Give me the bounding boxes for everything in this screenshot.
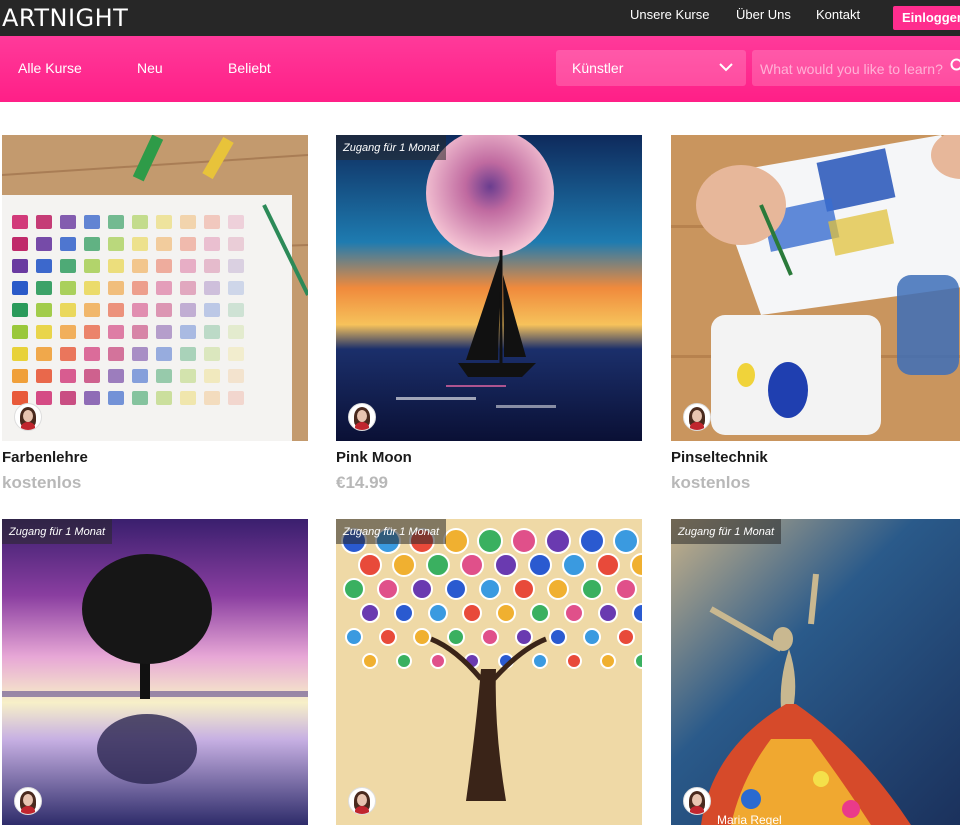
access-badge: Zugang für 1 Monat	[336, 519, 446, 544]
top-bar: ARTNIGHT Unsere Kurse Über Uns Kontakt E…	[0, 0, 960, 36]
chevron-down-icon	[719, 62, 733, 72]
logo[interactable]: ARTNIGHT	[2, 4, 128, 32]
course-image[interactable]: Zugang für 1 Monat	[2, 519, 308, 825]
course-title[interactable]: Farbenlehre	[2, 449, 308, 467]
artist-avatar[interactable]	[683, 787, 711, 815]
search-box	[752, 50, 960, 86]
course-image[interactable]	[2, 135, 308, 441]
access-badge: Zugang für 1 Monat	[2, 519, 112, 544]
artist-avatar[interactable]	[348, 787, 376, 815]
artist-select-value: Künstler	[572, 60, 623, 76]
course-card-pinseltechnik[interactable]: Pinseltechnik kostenlos	[671, 135, 960, 493]
pink-moon-painting	[336, 135, 642, 441]
nav-link-unsere-kurse[interactable]: Unsere Kurse	[630, 7, 709, 22]
tab-alle-kurse[interactable]: Alle Kurse	[18, 60, 82, 76]
artist-avatar[interactable]	[683, 403, 711, 431]
course-price: kostenlos	[671, 473, 960, 493]
bubble-tree-painting	[336, 519, 642, 825]
nav-link-kontakt[interactable]: Kontakt	[816, 7, 860, 22]
artist-avatar[interactable]	[14, 787, 42, 815]
course-price: kostenlos	[2, 473, 308, 493]
course-image[interactable]: Zugang für 1 Monat	[336, 519, 642, 825]
course-card-dancer[interactable]: Zugang für 1 Monat Maria Regel	[671, 519, 960, 825]
course-image[interactable]: Zugang für 1 Monat Maria Regel	[671, 519, 960, 825]
tree-dusk-painting	[2, 519, 308, 825]
color-swatches-painting	[2, 135, 308, 441]
course-image[interactable]: Zugang für 1 Monat	[336, 135, 642, 441]
course-title[interactable]: Pink Moon	[336, 449, 642, 467]
course-image[interactable]	[671, 135, 960, 441]
artist-avatar[interactable]	[14, 403, 42, 431]
dancer-painting	[671, 519, 960, 825]
filter-bar: Alle Kurse Neu Beliebt Künstler	[0, 36, 960, 102]
artist-name[interactable]: Maria Regel	[717, 813, 782, 825]
nav-link-ueber-uns[interactable]: Über Uns	[736, 7, 791, 22]
brush-technique-photo	[671, 135, 960, 441]
access-badge: Zugang für 1 Monat	[336, 135, 446, 160]
artist-select[interactable]: Künstler	[556, 50, 746, 86]
access-badge: Zugang für 1 Monat	[671, 519, 781, 544]
search-input[interactable]	[758, 50, 952, 86]
search-icon[interactable]	[950, 58, 960, 74]
login-button[interactable]: Einloggen	[893, 6, 960, 30]
course-card-farbenlehre[interactable]: Farbenlehre kostenlos	[2, 135, 308, 493]
tab-neu[interactable]: Neu	[137, 60, 163, 76]
course-card-bubble-tree[interactable]: Zugang für 1 Monat	[336, 519, 642, 825]
course-card-pink-moon[interactable]: Zugang für 1 Monat Pink Moon €14.99	[336, 135, 642, 493]
course-title[interactable]: Pinseltechnik	[671, 449, 960, 467]
course-card-tree-dusk[interactable]: Zugang für 1 Monat	[2, 519, 308, 825]
course-price: €14.99	[336, 473, 642, 493]
tab-beliebt[interactable]: Beliebt	[228, 60, 271, 76]
artist-avatar[interactable]	[348, 403, 376, 431]
